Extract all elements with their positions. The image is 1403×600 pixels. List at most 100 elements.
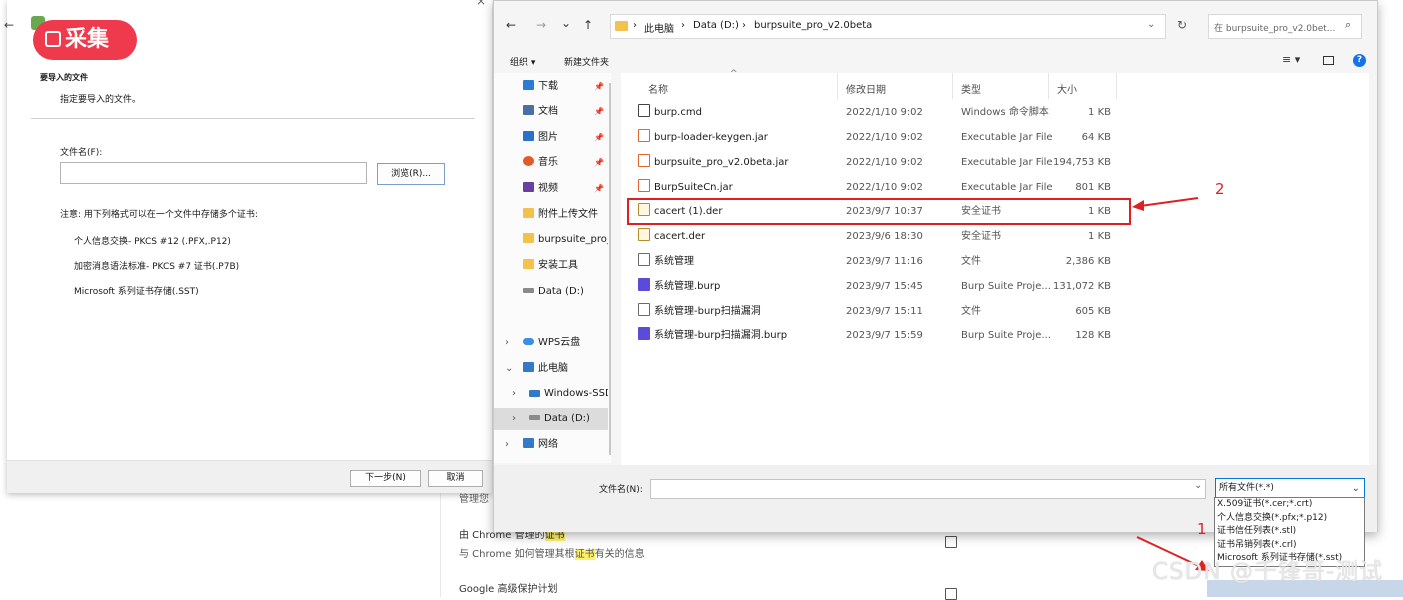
filename-input[interactable]: [650, 479, 1206, 499]
folder-icon: [615, 21, 628, 31]
breadcrumb-folder[interactable]: burpsuite_pro_v2.0beta: [754, 20, 872, 31]
expand-icon[interactable]: ›: [505, 434, 523, 456]
file-row[interactable]: 系统管理-burp扫描漏洞 2023/9/7 15:11 文件 605 KB: [621, 299, 1369, 324]
annotation-arrow-2: [1132, 197, 1199, 211]
breadcrumb-this-pc[interactable]: 此电脑: [644, 20, 674, 35]
jar-icon: [638, 154, 650, 167]
forward-icon[interactable]: →: [536, 18, 546, 32]
advanced-protection-item[interactable]: Google 高级保护计划: [459, 580, 979, 600]
recent-locations-icon[interactable]: ⌄: [561, 16, 571, 30]
wizard-button-bar: 下一步(N) 取消: [7, 460, 492, 493]
file-row[interactable]: burpsuite_pro_v2.0beta.jar 2022/1/10 9:0…: [621, 150, 1369, 175]
file-row[interactable]: 系统管理-burp扫描漏洞.burp 2023/9/7 15:59 Burp S…: [621, 323, 1369, 348]
browse-button[interactable]: 浏览(R)...: [377, 163, 445, 185]
sidebar-item-pictures[interactable]: 图片 📌: [494, 127, 608, 149]
column-divider[interactable]: [952, 73, 953, 99]
file-size: 194,753 KB: [1053, 157, 1111, 168]
new-folder-button[interactable]: 新建文件夹: [564, 55, 609, 68]
file-row[interactable]: 系统管理 2023/9/7 11:16 文件 2,386 KB: [621, 249, 1369, 274]
file-type: Windows 命令脚本: [961, 107, 1049, 118]
collapse-icon[interactable]: ⌄: [505, 358, 523, 380]
sidebar-item-attachments[interactable]: 附件上传文件: [494, 204, 608, 226]
filename-input[interactable]: [60, 162, 367, 184]
folder-icon: [523, 259, 534, 269]
organize-button[interactable]: 组织 ▾: [510, 55, 535, 68]
nav-scrollbar[interactable]: [609, 83, 611, 455]
file-type: Executable Jar File: [961, 157, 1053, 168]
file-date: 2023/9/7 15:45: [846, 281, 923, 292]
filetype-option[interactable]: 个人信息交换(*.pfx;*.p12): [1215, 512, 1364, 526]
back-arrow-icon[interactable]: ←: [4, 18, 14, 32]
sidebar-item-music[interactable]: 音乐 📌: [494, 152, 608, 174]
cancel-button[interactable]: 取消: [428, 470, 483, 487]
search-box[interactable]: 在 burpsuite_pro_v2.0bet... ⌕: [1208, 14, 1362, 39]
address-bar[interactable]: › 此电脑 › Data (D:) › burpsuite_pro_v2.0be…: [610, 14, 1166, 39]
expand-icon[interactable]: ›: [505, 332, 523, 354]
preview-pane-icon[interactable]: [1323, 56, 1334, 65]
search-input[interactable]: 在 burpsuite_pro_v2.0bet...: [1214, 21, 1335, 34]
network-icon: [523, 438, 534, 448]
view-options-icon[interactable]: ≡ ▾: [1282, 53, 1300, 66]
sidebar-item-data-drive[interactable]: Data (D:): [494, 281, 608, 303]
filename-label: 文件名(N):: [599, 485, 643, 495]
computer-icon: [523, 362, 534, 372]
wizard-heading: 要导入的文件: [40, 73, 88, 82]
expand-icon[interactable]: ›: [512, 383, 529, 405]
file-row[interactable]: burp-loader-keygen.jar 2022/1/10 9:02 Ex…: [621, 125, 1369, 150]
column-divider[interactable]: [1116, 73, 1117, 99]
file-row[interactable]: BurpSuiteCn.jar 2022/1/10 9:02 Executabl…: [621, 175, 1369, 200]
sidebar-item-documents[interactable]: 文档 📌: [494, 101, 608, 123]
help-icon[interactable]: ?: [1353, 54, 1366, 67]
file-type: Executable Jar File: [961, 132, 1053, 143]
sidebar-item-downloads[interactable]: 下载 📌: [494, 76, 608, 98]
column-header-modified[interactable]: 修改日期: [846, 81, 886, 96]
expand-icon[interactable]: ›: [512, 408, 529, 430]
burp-icon: [638, 278, 650, 291]
sidebar-item-network[interactable]: › 网络: [494, 434, 608, 456]
file-type: Executable Jar File: [961, 182, 1053, 193]
close-icon[interactable]: ×: [476, 0, 486, 8]
sidebar-item-windows-ssd[interactable]: › Windows-SSD: [494, 383, 608, 405]
chrome-certs-desc-tail: 有关的信息: [594, 549, 645, 560]
file-row[interactable]: burp.cmd 2022/1/10 9:02 Windows 命令脚本 1 K…: [621, 100, 1369, 125]
breadcrumb-separator: ›: [742, 20, 746, 31]
chrome-certs-desc: 与 Chrome 如何管理其根: [459, 549, 575, 560]
file-row[interactable]: 系统管理.burp 2023/9/7 15:45 Burp Suite Proj…: [621, 274, 1369, 299]
music-icon: [523, 156, 534, 166]
sidebar-item-install-tools[interactable]: 安装工具: [494, 255, 608, 277]
filetype-select[interactable]: 所有文件(*.*) ⌄: [1215, 478, 1365, 499]
sidebar-item-label: Windows-SSD: [544, 388, 608, 399]
column-divider[interactable]: [837, 73, 838, 99]
sidebar-item-this-pc[interactable]: ⌄ 此电脑: [494, 358, 608, 380]
file-row[interactable]: cacert.der 2023/9/6 18:30 安全证书 1 KB: [621, 224, 1369, 249]
filename-dropdown-icon[interactable]: ⌄: [1194, 480, 1202, 491]
file-type: 文件: [961, 256, 981, 267]
filetype-option[interactable]: 证书信任列表(*.stl): [1215, 525, 1364, 539]
column-divider[interactable]: [1048, 73, 1049, 99]
up-icon[interactable]: ↑: [583, 18, 593, 32]
sidebar-item-data-drive-selected[interactable]: › Data (D:): [494, 408, 608, 430]
sidebar-item-videos[interactable]: 视频 📌: [494, 178, 608, 200]
column-header-name[interactable]: 名称: [648, 81, 668, 96]
address-dropdown-icon[interactable]: ⌄: [1147, 19, 1155, 30]
open-external-icon[interactable]: [945, 588, 957, 600]
refresh-icon[interactable]: ↻: [1177, 18, 1187, 32]
sidebar-item-wps-cloud[interactable]: › WPS云盘: [494, 332, 608, 354]
watermark: CSDN @千锋哥-测试: [1152, 559, 1384, 585]
filename-label: 文件名(F):: [60, 148, 103, 158]
column-header-type[interactable]: 类型: [961, 81, 981, 96]
open-external-icon[interactable]: [945, 536, 957, 548]
file-name: burp-loader-keygen.jar: [654, 132, 768, 143]
filetype-option[interactable]: 证书吊销列表(*.crl): [1215, 539, 1364, 553]
breadcrumb-drive[interactable]: Data (D:): [693, 20, 739, 31]
sidebar-item-label: 附件上传文件: [538, 209, 598, 220]
sidebar-item-burpsuite[interactable]: burpsuite_pro_: [494, 229, 608, 251]
column-header-size[interactable]: 大小: [1057, 81, 1077, 96]
search-icon[interactable]: ⌕: [1345, 18, 1351, 32]
pin-icon: 📌: [594, 107, 604, 116]
file-date: 2023/9/7 15:59: [846, 330, 923, 341]
back-icon[interactable]: ←: [506, 18, 516, 32]
filetype-option[interactable]: X.509证书(*.cer;*.crt): [1215, 498, 1364, 512]
collect-badge-label: 采集: [65, 27, 110, 52]
next-button[interactable]: 下一步(N): [350, 470, 421, 487]
